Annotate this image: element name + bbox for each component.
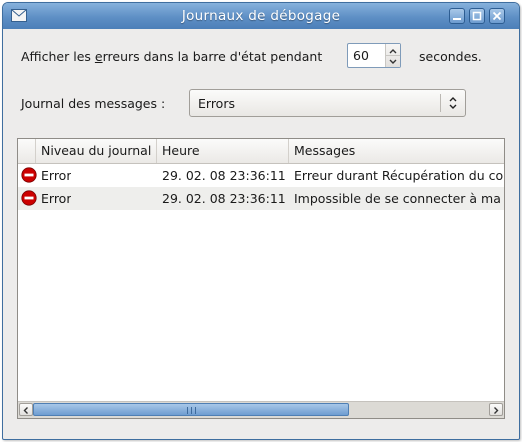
row-time: 29. 02. 08 23:36:11	[162, 191, 286, 206]
label-mnemonic: e	[94, 49, 103, 64]
column-header-level[interactable]: Niveau du journal	[36, 139, 157, 163]
seconds-value[interactable]: 60	[353, 48, 369, 63]
seconds-unit-label: secondes.	[419, 49, 482, 64]
row-level: Error	[41, 168, 72, 183]
error-icon	[21, 167, 37, 183]
log-filter-combobox[interactable]: Errors	[189, 89, 466, 117]
seconds-spinbutton[interactable]: 60	[347, 43, 401, 68]
row-level: Error	[41, 191, 72, 206]
horizontal-scrollbar[interactable]	[18, 401, 504, 418]
table-header: Niveau du journal Heure Messages	[18, 139, 504, 164]
debug-log-window: Journaux de débogage Afficher les erreur…	[2, 2, 520, 440]
title-bar[interactable]: Journaux de débogage	[3, 3, 519, 29]
minimize-icon	[453, 18, 461, 20]
maximize-button[interactable]	[469, 8, 485, 24]
up-down-arrows-icon	[449, 97, 457, 109]
chevron-down-icon	[389, 59, 397, 64]
table-row[interactable]: Error 29. 02. 08 23:36:11 Erreur durant …	[18, 164, 504, 187]
scroll-left-button[interactable]	[19, 403, 33, 416]
grip-icon	[187, 407, 196, 414]
log-table[interactable]: Niveau du journal Heure Messages Error 2…	[17, 138, 505, 419]
status-duration-label: Afficher les erreurs dans la barre d'éta…	[21, 49, 322, 64]
close-icon	[492, 11, 502, 21]
window-title: Journaux de débogage	[181, 8, 341, 24]
spin-buttons	[385, 44, 400, 67]
combo-separator	[440, 94, 441, 112]
table-row[interactable]: Error 29. 02. 08 23:36:11 Impossible de …	[18, 187, 504, 210]
column-header-icon[interactable]	[18, 139, 36, 163]
label-prefix: Afficher les	[21, 49, 95, 64]
chevron-left-icon	[23, 407, 28, 414]
label-suffix: rreurs dans la barre d'état pendant	[102, 49, 323, 64]
column-header-time[interactable]: Heure	[157, 139, 289, 163]
message-log-label: Journal des messages :	[21, 96, 166, 111]
error-icon	[21, 190, 37, 206]
scroll-thumb[interactable]	[33, 403, 349, 416]
row-message: Erreur durant Récupération du co	[294, 168, 504, 183]
column-header-messages[interactable]: Messages	[289, 139, 504, 163]
close-button[interactable]	[489, 8, 505, 24]
minimize-button[interactable]	[449, 8, 465, 24]
spin-down-button[interactable]	[386, 55, 400, 66]
row-time: 29. 02. 08 23:36:11	[162, 168, 286, 183]
row-message: Impossible de se connecter à ma	[294, 191, 501, 206]
chevron-right-icon	[494, 407, 499, 414]
log-filter-value: Errors	[198, 96, 235, 111]
maximize-icon	[472, 11, 482, 21]
scroll-right-button[interactable]	[489, 403, 503, 416]
